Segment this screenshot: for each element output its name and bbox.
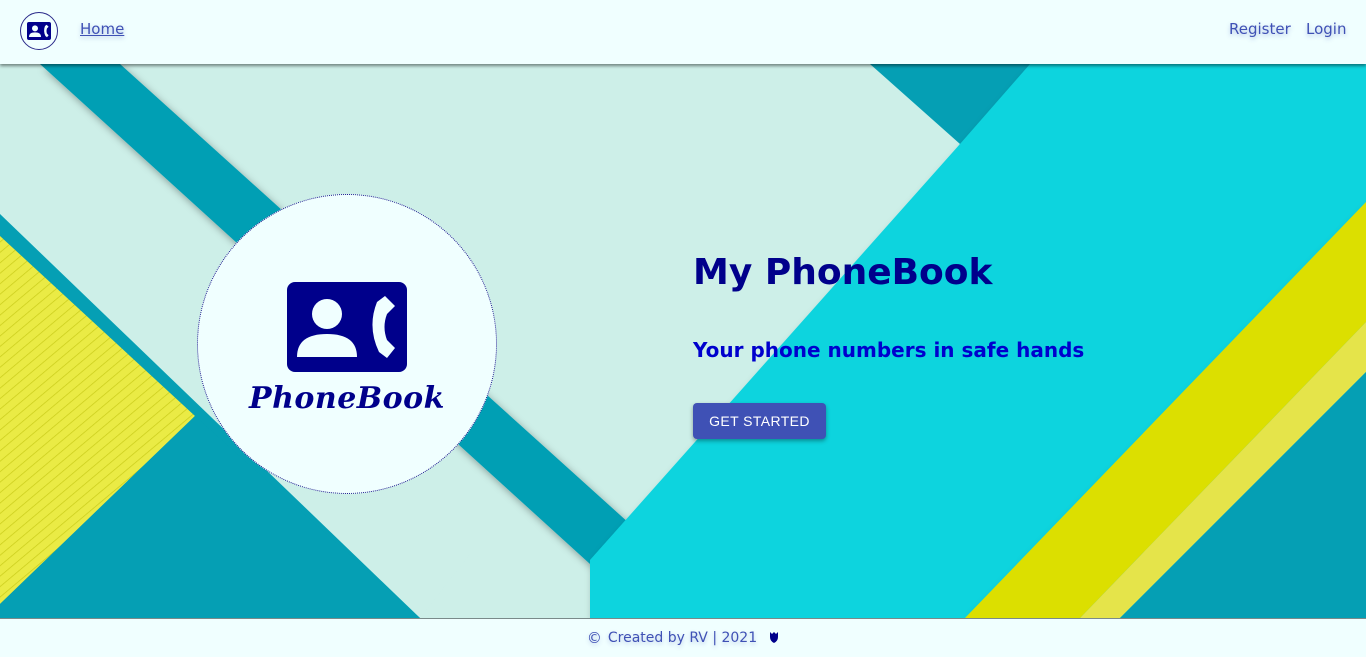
nav-register-link[interactable]: Register [1229,20,1291,38]
copyright-icon: © [586,629,602,647]
hero-section: PhoneBook My PhoneBook Your phone number… [0,64,1366,618]
nav-login-link[interactable]: Login [1306,20,1346,38]
footer-text: Created by RV | 2021 [607,630,758,646]
hero-logo-circle: PhoneBook [197,194,497,494]
navbar-logo[interactable] [20,12,58,50]
hero-brand-name: PhoneBook [249,381,445,416]
contact-phone-icon [27,22,51,40]
footer: © Created by RV | 2021 [0,618,1366,657]
contact-phone-icon [287,282,407,372]
shield-icon [769,631,779,646]
page-subtitle: Your phone numbers in safe hands [693,338,1085,362]
nav-home-link[interactable]: Home [80,20,124,38]
top-navbar: Home Register Login [0,0,1366,64]
page-title: My PhoneBook [693,252,993,293]
get-started-button[interactable]: GET STARTED [693,403,826,439]
